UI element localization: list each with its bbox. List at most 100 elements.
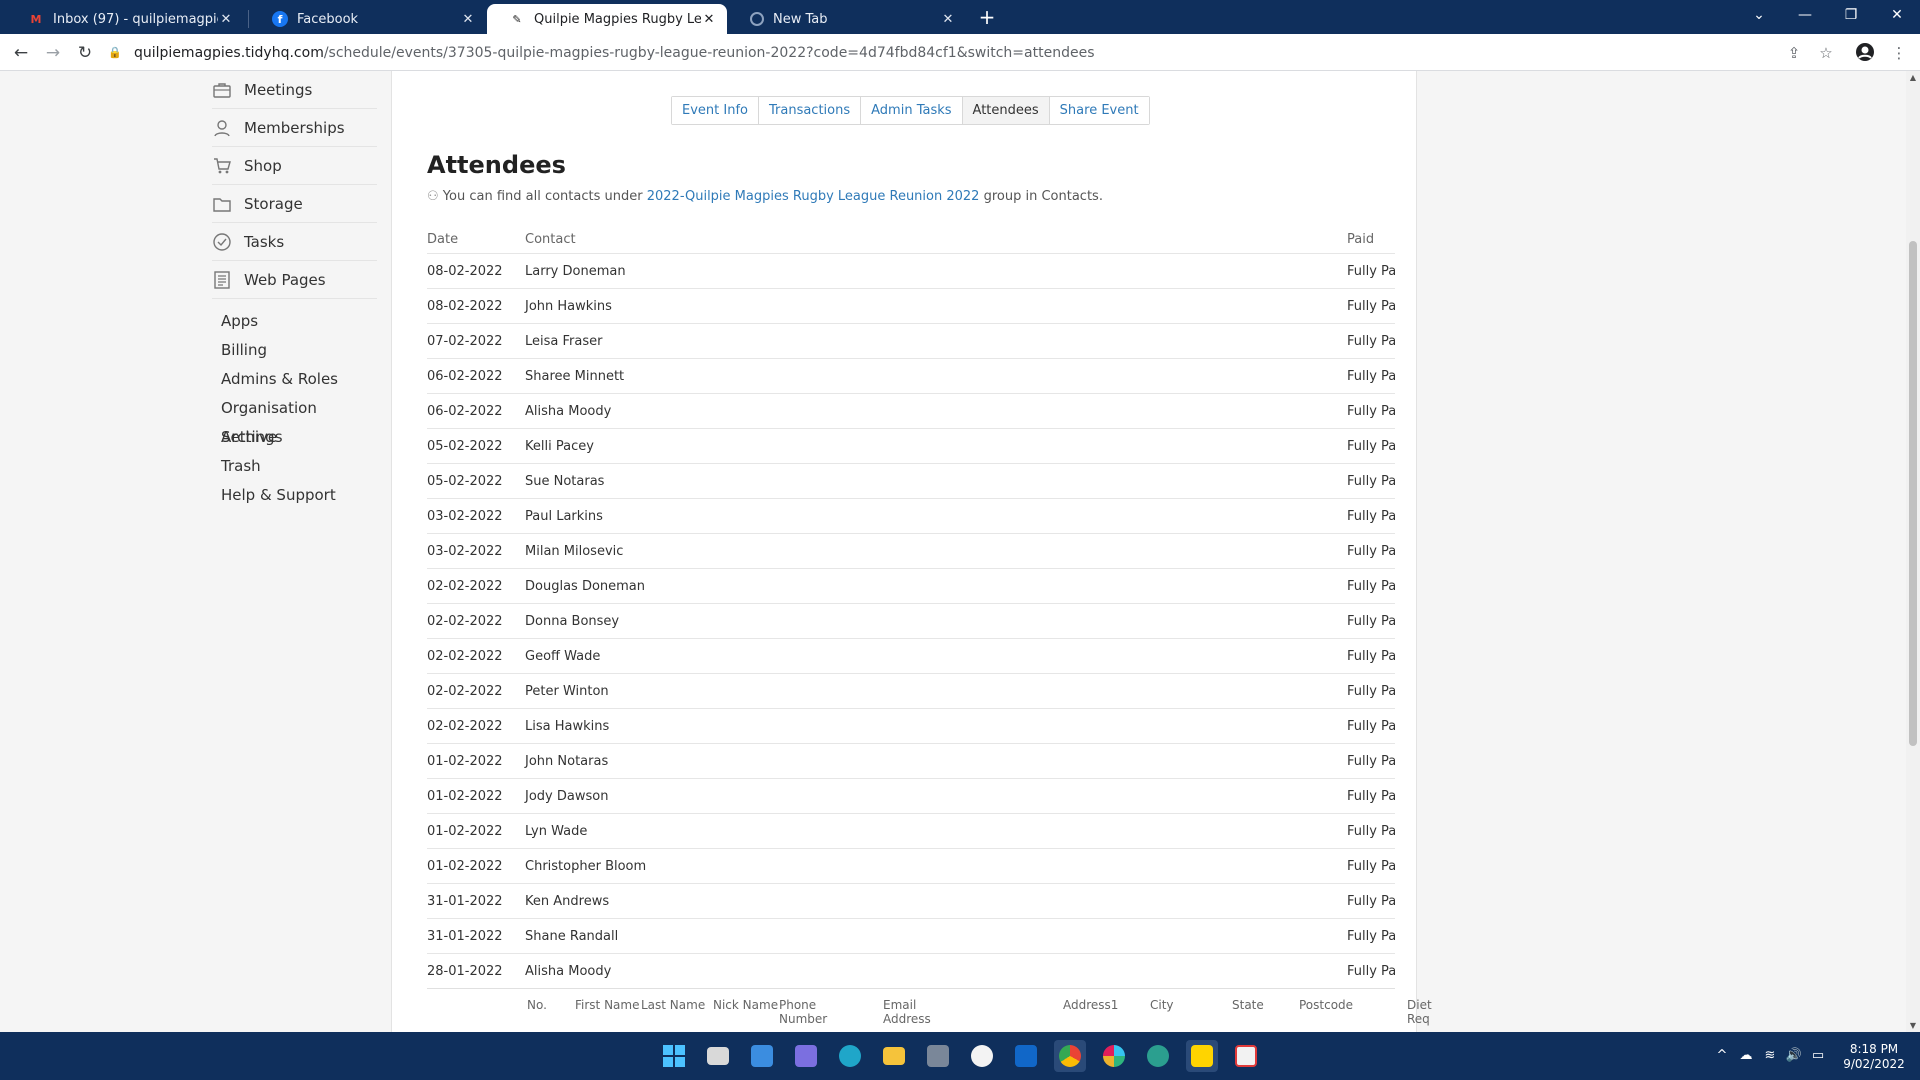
- wifi-icon[interactable]: ≋: [1760, 1046, 1780, 1066]
- back-button[interactable]: ←: [8, 40, 34, 66]
- cell-contact[interactable]: Ken Andrews: [525, 894, 1347, 909]
- cell-contact[interactable]: John Notaras: [525, 754, 1347, 769]
- menu-kebab-icon[interactable]: ⋮: [1888, 42, 1910, 64]
- browser-tab-gmail[interactable]: M Inbox (97) - quilpiemagpiesjrl@g ✕: [6, 4, 244, 34]
- page-scrollbar[interactable]: ▲ ▼: [1906, 71, 1920, 1032]
- sidebar-item-tasks[interactable]: Tasks: [212, 223, 377, 261]
- chevron-up-icon[interactable]: ^: [1712, 1046, 1732, 1066]
- cell-contact[interactable]: Christopher Bloom: [525, 859, 1347, 874]
- cell-date: 02-02-2022: [427, 613, 503, 629]
- tab-transactions[interactable]: Transactions: [758, 97, 862, 124]
- sticky-notes-icon[interactable]: [1186, 1040, 1218, 1072]
- scrollbar-thumb[interactable]: [1909, 241, 1917, 746]
- address-bar[interactable]: 🔒 quilpiemagpies.tidyhq.com/schedule/eve…: [108, 37, 1868, 68]
- table-row: 01-02-2022 John NotarasFully Paid: [427, 744, 1395, 779]
- outlook-icon[interactable]: [1010, 1040, 1042, 1072]
- cell-contact[interactable]: Leisa Fraser: [525, 334, 1347, 349]
- sidebar-link-help-support[interactable]: Help & Support: [212, 481, 377, 510]
- edge-dev-icon[interactable]: [1142, 1040, 1174, 1072]
- share-icon[interactable]: ⇪: [1783, 42, 1805, 64]
- bookmark-star-icon[interactable]: ☆: [1815, 42, 1837, 64]
- close-icon[interactable]: ✕: [940, 12, 956, 27]
- close-icon[interactable]: ✕: [218, 12, 234, 27]
- cell-paid: Fully Paid: [1347, 963, 1395, 979]
- cell-date: 01-02-2022: [427, 858, 503, 874]
- sidebar-item-shop[interactable]: Shop: [212, 147, 377, 185]
- scroll-down-arrow[interactable]: ▼: [1906, 1021, 1920, 1030]
- cell-contact[interactable]: Lisa Hawkins: [525, 719, 1347, 734]
- new-tab-button[interactable]: +: [975, 6, 999, 30]
- cell-contact[interactable]: Donna Bonsey: [525, 614, 1347, 629]
- forward-button[interactable]: →: [40, 40, 66, 66]
- itunes-icon[interactable]: [966, 1040, 998, 1072]
- cell-contact[interactable]: John Hawkins: [525, 299, 1347, 314]
- slack-icon[interactable]: [1098, 1040, 1130, 1072]
- close-icon[interactable]: ✕: [460, 12, 476, 27]
- cell-date: 08-02-2022: [427, 263, 503, 279]
- cell-contact[interactable]: Jody Dawson: [525, 789, 1347, 804]
- browser-tab-new[interactable]: New Tab ✕: [728, 4, 966, 34]
- profile-avatar-icon[interactable]: [1854, 42, 1876, 64]
- sidebar-link-organisation-settings[interactable]: Organisation Settings: [212, 394, 377, 446]
- sidebar-link-billing[interactable]: Billing: [212, 336, 377, 365]
- minimize-button[interactable]: —: [1782, 0, 1828, 30]
- browser-toolbar: ← → ↻ 🔒 quilpiemagpies.tidyhq.com/schedu…: [0, 34, 1920, 71]
- cell-contact[interactable]: Douglas Doneman: [525, 579, 1347, 594]
- snipping-tool-icon[interactable]: [1230, 1040, 1262, 1072]
- volume-icon[interactable]: 🔊: [1784, 1046, 1804, 1066]
- cell-contact[interactable]: Alisha Moody: [525, 964, 1347, 979]
- lock-icon: 🔒: [108, 46, 122, 59]
- cell-contact[interactable]: Lyn Wade: [525, 824, 1347, 839]
- cell-contact[interactable]: Alisha Moody: [525, 404, 1347, 419]
- scroll-up-arrow[interactable]: ▲: [1906, 73, 1920, 82]
- cell-date: 02-02-2022: [427, 578, 503, 594]
- tab-event-info[interactable]: Event Info: [672, 97, 759, 124]
- folder-icon[interactable]: [878, 1040, 910, 1072]
- cell-date: 06-02-2022: [427, 368, 503, 384]
- cell-contact[interactable]: Paul Larkins: [525, 509, 1347, 524]
- cell-paid: Fully Paid: [1347, 613, 1395, 629]
- sidebar-item-memberships[interactable]: Memberships: [212, 109, 377, 147]
- restore-button[interactable]: ❐: [1828, 0, 1874, 30]
- chrome-icon[interactable]: [1054, 1040, 1086, 1072]
- cell-paid: Fully Paid: [1347, 648, 1395, 664]
- close-window-button[interactable]: ✕: [1874, 0, 1920, 30]
- cell-contact[interactable]: Sharee Minnett: [525, 369, 1347, 384]
- tab-share-event[interactable]: Share Event: [1049, 97, 1149, 124]
- sidebar-item-meetings[interactable]: Meetings: [212, 71, 377, 109]
- cell-contact[interactable]: Shane Randall: [525, 929, 1347, 944]
- cell-contact[interactable]: Kelli Pacey: [525, 439, 1347, 454]
- browser-tab-tidyhq[interactable]: ✎ Quilpie Magpies Rugby League R ✕: [487, 4, 727, 34]
- sidebar-item-web-pages[interactable]: Web Pages: [212, 261, 377, 299]
- sidebar-link-apps[interactable]: Apps: [212, 307, 377, 336]
- cell-contact[interactable]: Geoff Wade: [525, 649, 1347, 664]
- cell-contact[interactable]: Sue Notaras: [525, 474, 1347, 489]
- windows-start-icon[interactable]: [658, 1040, 690, 1072]
- contacts-group-link[interactable]: 2022-Quilpie Magpies Rugby League Reunio…: [647, 189, 980, 204]
- battery-icon[interactable]: ▭: [1808, 1046, 1828, 1066]
- onedrive-icon[interactable]: ☁: [1736, 1046, 1756, 1066]
- reload-button[interactable]: ↻: [72, 40, 98, 66]
- sidebar-link-trash[interactable]: Trash: [212, 452, 377, 481]
- widgets-icon[interactable]: [746, 1040, 778, 1072]
- sidebar-item-storage[interactable]: Storage: [212, 185, 377, 223]
- tab-search-button[interactable]: ⌄: [1736, 0, 1782, 30]
- sidebar-link-admins-roles[interactable]: Admins & Roles: [212, 365, 377, 394]
- cell-contact[interactable]: Milan Milosevic: [525, 544, 1347, 559]
- cell-date: 03-02-2022: [427, 543, 503, 559]
- cell-contact[interactable]: Peter Winton: [525, 684, 1347, 699]
- file-explorer-icon[interactable]: [702, 1040, 734, 1072]
- sidebar-link-archive[interactable]: Archive: [212, 423, 377, 452]
- cell-contact[interactable]: Larry Doneman: [525, 264, 1347, 279]
- calculator-icon[interactable]: [922, 1040, 954, 1072]
- tab-admin-tasks[interactable]: Admin Tasks: [861, 97, 963, 124]
- edge-icon[interactable]: [834, 1040, 866, 1072]
- close-icon[interactable]: ✕: [701, 12, 717, 27]
- teams-icon[interactable]: [790, 1040, 822, 1072]
- taskbar-clock[interactable]: 8:18 PM 9/02/2022: [1836, 1042, 1912, 1072]
- browser-tab-facebook[interactable]: f Facebook ✕: [250, 4, 486, 34]
- cell-paid: Fully Paid: [1347, 893, 1395, 909]
- export-table-header: No. First Name Last Name Nick Name Phone Num…: [427, 988, 1432, 1032]
- user-icon: [212, 118, 232, 138]
- tab-attendees[interactable]: Attendees: [962, 97, 1050, 124]
